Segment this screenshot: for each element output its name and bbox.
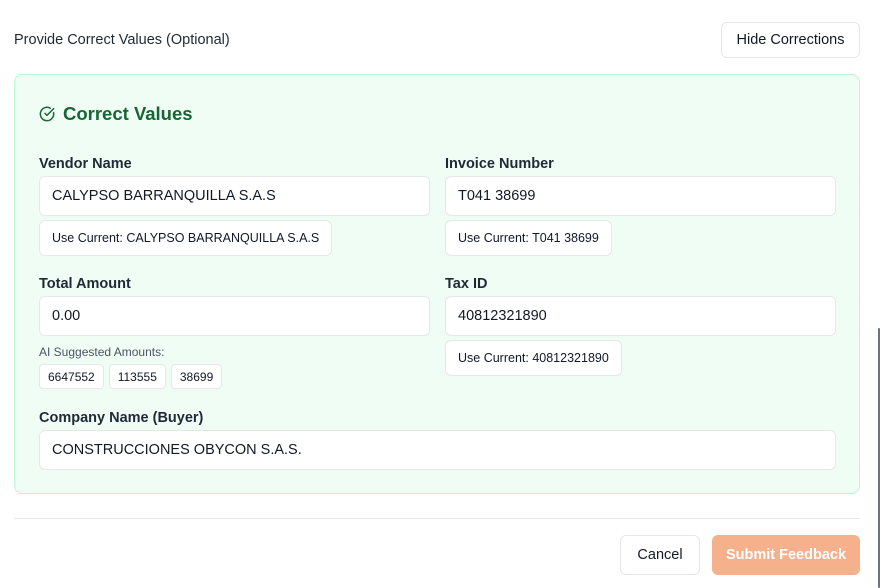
- header-title: Provide Correct Values (Optional): [14, 32, 230, 48]
- total-amount-label: Total Amount: [39, 276, 131, 292]
- scrollbar[interactable]: [878, 328, 880, 588]
- tax-id-input[interactable]: [445, 296, 836, 336]
- vendor-name-input[interactable]: [39, 176, 430, 216]
- use-current-vendor-button[interactable]: Use Current: CALYPSO BARRANQUILLA S.A.S: [39, 220, 333, 256]
- total-amount-input[interactable]: [39, 296, 430, 336]
- hide-corrections-button[interactable]: Hide Corrections: [721, 22, 860, 58]
- panel-title-text: Correct Values: [63, 103, 193, 124]
- cancel-button[interactable]: Cancel: [620, 535, 700, 575]
- suggested-amount-chip[interactable]: 6647552: [39, 364, 104, 389]
- company-name-input[interactable]: [39, 430, 836, 470]
- tax-id-label: Tax ID: [445, 276, 488, 292]
- use-current-invoice-button[interactable]: Use Current: T041 38699: [445, 220, 612, 256]
- suggested-amount-chip[interactable]: 113555: [108, 364, 166, 389]
- use-current-tax-id-button[interactable]: Use Current: 40812321890: [445, 340, 622, 376]
- footer-divider: [14, 518, 860, 519]
- submit-feedback-button[interactable]: Submit Feedback: [712, 535, 860, 575]
- check-circle-icon: [39, 106, 55, 122]
- company-name-label: Company Name (Buyer): [39, 410, 204, 426]
- invoice-number-input[interactable]: [445, 176, 836, 216]
- suggested-amount-chip[interactable]: 38699: [170, 364, 223, 389]
- vendor-name-label: Vendor Name: [39, 156, 132, 172]
- correct-values-panel: Correct Values Vendor Name Use Current: …: [14, 74, 860, 494]
- panel-title: Correct Values: [39, 103, 193, 125]
- ai-suggested-chips: 6647552 113555 38699: [39, 364, 223, 389]
- ai-suggested-label: AI Suggested Amounts:: [39, 345, 165, 359]
- invoice-number-label: Invoice Number: [445, 156, 554, 172]
